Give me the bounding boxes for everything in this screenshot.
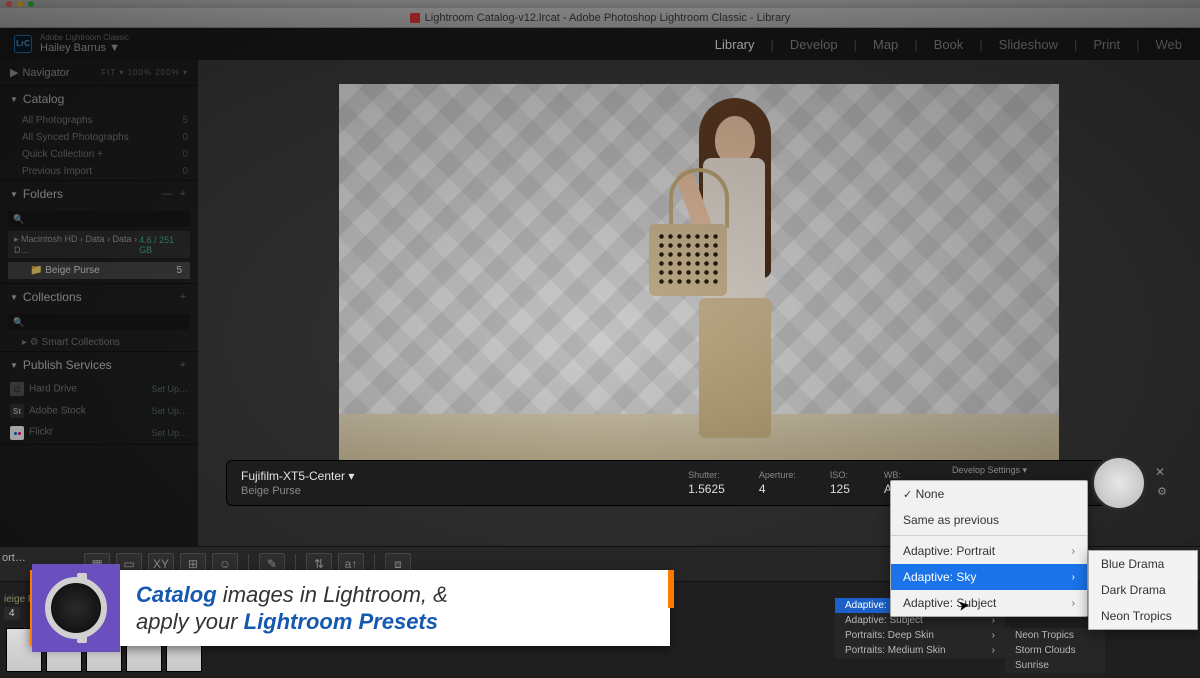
tab-book[interactable]: Book [930,35,968,54]
banner-logo-icon [32,564,120,652]
traffic-min[interactable] [17,1,23,7]
photo-preview[interactable] [339,84,1059,464]
lrc-badge-icon: LrC [14,35,32,53]
collections-header[interactable]: ▼Collections + [0,284,198,310]
submenu-neon-tropics[interactable]: Neon Tropics [1089,603,1197,629]
menu-adaptive-portrait[interactable]: Adaptive: Portrait› [891,538,1087,564]
submenu-blue-drama[interactable]: Blue Drama [1089,551,1197,577]
tab-print[interactable]: Print [1089,35,1124,54]
tether-close-icon[interactable]: ✕ [1153,465,1167,479]
tab-slideshow[interactable]: Slideshow [995,35,1062,54]
publish-adobestock[interactable]: StAdobe StockSet Up… [0,400,198,422]
tether-aperture[interactable]: 4 [759,482,796,496]
user-name[interactable]: Hailey Barrus [40,42,106,54]
tether-collection: Beige Purse [241,485,354,497]
volume-row[interactable]: ▸ Macintosh HD › Data › Data › D… 4.6 / … [8,231,190,258]
tab-map[interactable]: Map [869,35,902,54]
traffic-max[interactable] [28,1,34,7]
navigator-label[interactable]: Navigator [22,67,69,79]
menu-adaptive-sky[interactable]: Adaptive: Sky› [891,564,1087,590]
window-title: Lightroom Catalog-v12.lrcat - Adobe Phot… [425,12,791,24]
menu-adaptive-subject[interactable]: Adaptive: Subject› [891,590,1087,616]
folder-selected[interactable]: 📁 Beige Purse 5 [8,262,190,279]
navigator-zoom[interactable]: FIT ▾ 100% 200% ▾ [101,68,188,77]
ghost-submenu-behind: Neon Tropics Storm Clouds Sunrise [1005,628,1105,673]
window-titlebar: Lightroom Catalog-v12.lrcat - Adobe Phot… [0,8,1200,28]
adaptive-sky-submenu: Blue Drama Dark Drama Neon Tropics [1088,550,1198,630]
catalog-icon [410,13,420,23]
publish-flickr[interactable]: FlickrSet Up… [0,422,198,444]
tutorial-banner: Catalog images in Lightroom, & apply you… [30,570,670,646]
cursor-icon: ➤ [957,596,972,615]
publish-header[interactable]: ▼Publish Services + [0,352,198,378]
folders-search[interactable]: 🔍 [8,211,190,227]
catalog-item[interactable]: Quick Collection +0 [0,146,198,163]
develop-settings-label[interactable]: Develop Settings ▾ [952,465,1027,476]
tab-library[interactable]: Library [711,35,759,54]
collections-item[interactable]: ▸ ⚙ Smart Collections [0,334,198,351]
app-header: LrC Adobe Lightroom Classic Hailey Barru… [0,28,1200,60]
tether-shutter-button[interactable] [1091,455,1147,511]
tether-camera[interactable]: Fujifilm-XT5-Center ▾ [241,469,354,483]
tether-shutter[interactable]: 1.5625 [688,482,725,496]
tab-web[interactable]: Web [1152,35,1187,54]
menu-none[interactable]: ✓ None [891,481,1087,507]
folders-header[interactable]: ▼Folders — + [0,181,198,207]
catalog-header[interactable]: ▼Catalog [0,86,198,112]
module-tabs: Library| Develop| Map| Book| Slideshow| … [711,35,1186,54]
traffic-close[interactable] [6,1,12,7]
sort-label[interactable]: ort… [2,552,26,564]
catalog-item[interactable]: All Photographs5 [0,112,198,129]
product-name: Adobe Lightroom Classic [40,34,129,43]
submenu-dark-drama[interactable]: Dark Drama [1089,577,1197,603]
tether-gear-icon[interactable]: ⚙ [1157,485,1167,498]
catalog-item[interactable]: All Synced Photographs0 [0,129,198,146]
develop-settings-menu: ✓ None Same as previous Adaptive: Portra… [890,480,1088,617]
tab-develop[interactable]: Develop [786,35,842,54]
menu-same-as-previous[interactable]: Same as previous [891,507,1087,533]
mac-menubar [0,0,1200,8]
publish-harddrive[interactable]: ⊡Hard DriveSet Up… [0,378,198,400]
collections-search[interactable]: 🔍 [8,314,190,330]
tether-iso[interactable]: 125 [830,482,850,496]
catalog-item[interactable]: Previous Import0 [0,163,198,180]
